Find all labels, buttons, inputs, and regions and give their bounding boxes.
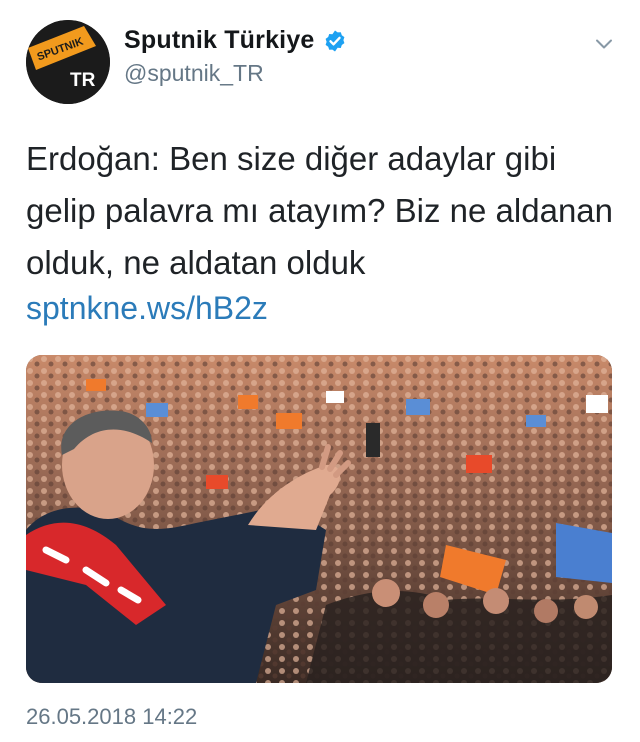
tweet-text: Erdoğan: Ben size diğer adaylar gibi gel… [26,133,616,289]
tweet-link[interactable]: sptnkne.ws/hB2z [26,290,268,327]
tweet-photo[interactable] [26,355,612,683]
rally-photo [26,355,612,683]
tweet-text-line: olduk, ne aldatan olduk [26,244,366,281]
tweet-timestamp[interactable]: 26.05.2018 14:22 [26,704,197,730]
tweet-card: SPUTNIK TR Sputnik Türkiye @sputnik_TR E… [0,0,640,742]
name-row: Sputnik Türkiye [124,26,347,55]
profile-avatar[interactable]: SPUTNIK TR [26,20,110,104]
tweet-text-line: gelip palavra mı atayım? Biz ne aldanan [26,192,614,229]
verified-badge-icon [325,30,344,51]
avatar-bottom-text: TR [70,70,96,91]
tweet-text-line: Erdoğan: Ben size diğer adaylar gibi [26,140,557,177]
chevron-down-icon[interactable] [594,34,614,54]
display-name[interactable]: Sputnik Türkiye [124,26,315,55]
user-handle[interactable]: @sputnik_TR [124,60,264,87]
sputnik-logo-icon: SPUTNIK TR [26,20,110,104]
